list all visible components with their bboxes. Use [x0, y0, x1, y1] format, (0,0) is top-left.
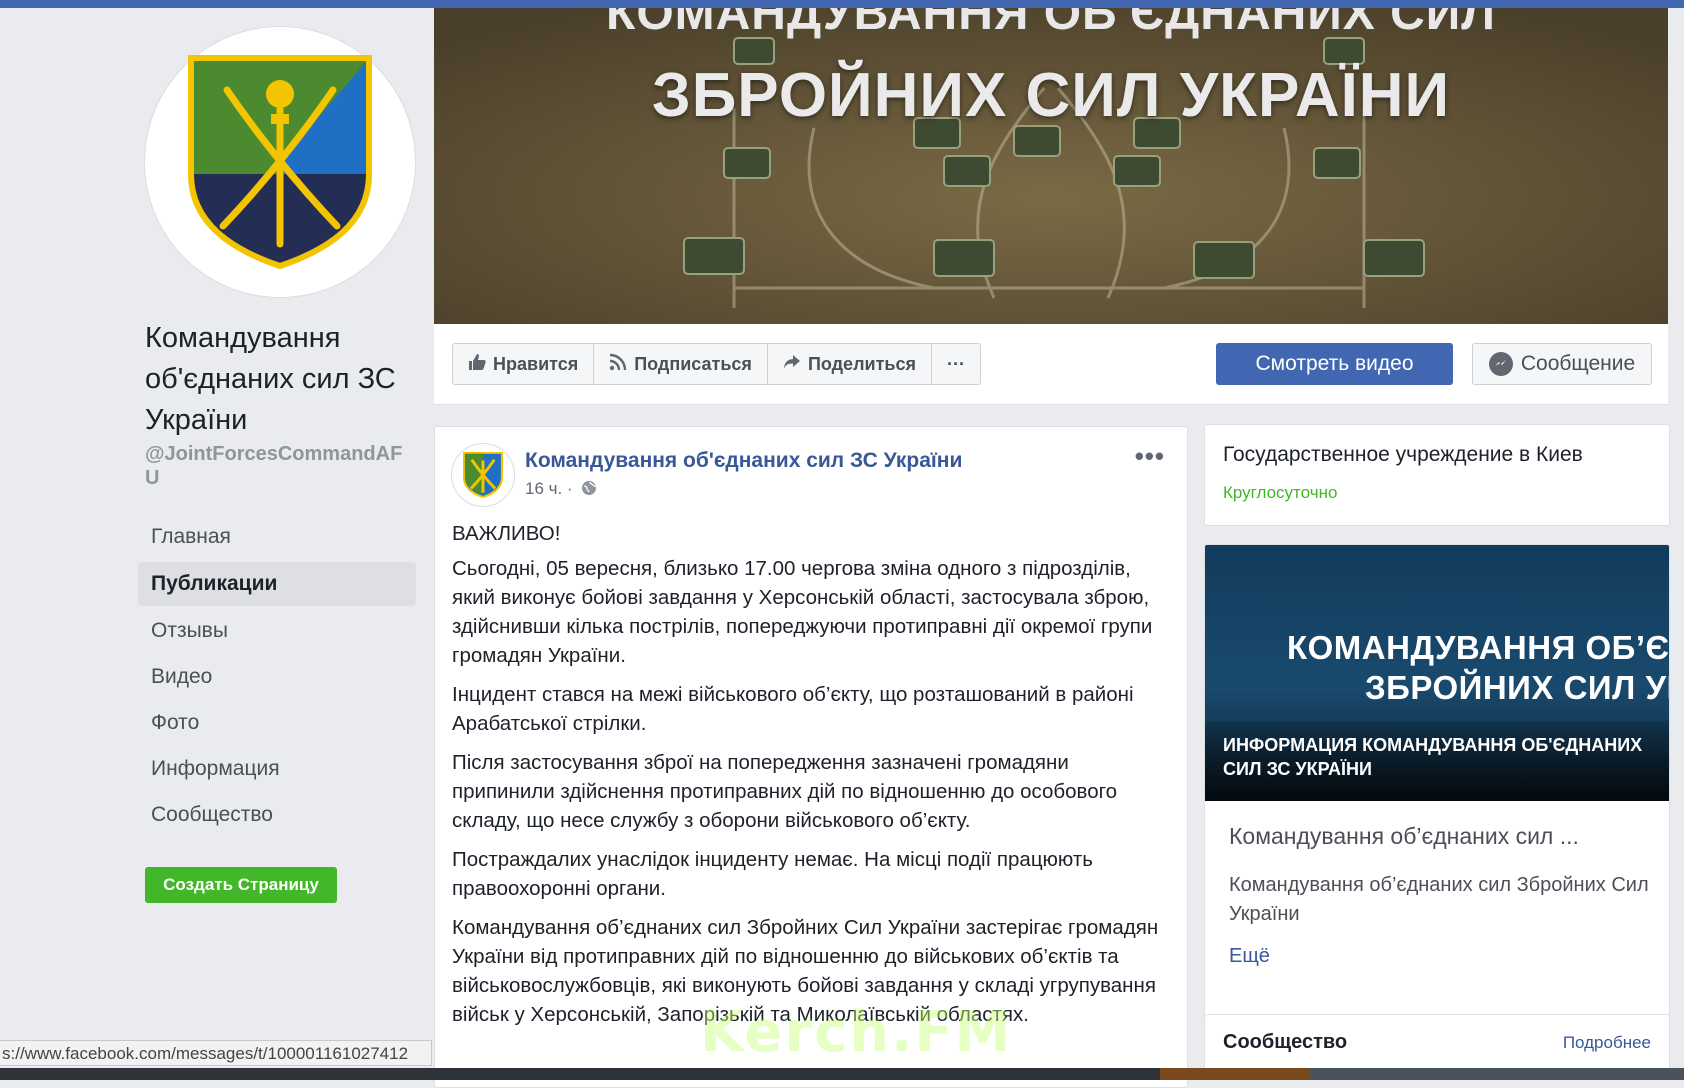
follow-label: Подписаться [634, 353, 752, 374]
video-caption-overlay: ИНФОРМАЦИЯ КОМАНДУВАННЯ ОБ'ЄДНАНИХ СИЛ З… [1205, 721, 1669, 801]
post-card: Командування об'єднаних сил ЗС України 1… [434, 426, 1188, 1088]
post-paragraph: Інцидент стався на межі військового об’є… [452, 683, 1134, 735]
sidebar-item[interactable]: Публикации [138, 562, 416, 606]
taskbar-segment [1160, 1068, 1310, 1080]
message-button[interactable]: Сообщение [1472, 343, 1652, 385]
featured-video-card: КОМАНДУВАННЯ ОБ’ЄДНАН ЗБРОЙНИХ СИЛ УКР И… [1204, 544, 1670, 1060]
sidebar-item[interactable]: Видео [138, 654, 416, 700]
page-info-card: Государственное учреждение в Киев Кругло… [1204, 424, 1670, 526]
sidebar-item[interactable]: Главная [138, 514, 416, 560]
taskbar-strip [0, 1068, 1684, 1080]
sidebar-item[interactable]: Сообщество [138, 792, 416, 838]
page-handle[interactable]: @JointForcesCommandAFU [145, 442, 415, 490]
page-category[interactable]: Государственное учреждение в Киев [1223, 443, 1583, 467]
coat-of-arms-icon [188, 55, 372, 270]
thumbs-up-icon [468, 353, 486, 376]
sidebar-item[interactable]: Информация [138, 746, 416, 792]
cover-title-line1: КОМАНДУВАННЯ ОБ'ЄДНАНИХ СИЛ [606, 8, 1496, 40]
share-label: Поделиться [807, 353, 916, 374]
post-text: ВАЖЛИВО! Сьогодні, 05 вересня, близько 17… [452, 519, 1174, 1039]
create-page-button[interactable]: Создать Страницу [145, 867, 337, 903]
post-paragraph: ВАЖЛИВО! [452, 522, 561, 545]
cover-title-line2: ЗБРОЙНИХ СИЛ УКРАЇНИ [651, 61, 1451, 130]
post-timestamp[interactable]: 16 ч. · [525, 479, 597, 499]
like-button[interactable]: Нравится [453, 344, 595, 384]
watch-video-button[interactable]: Смотреть видео [1216, 343, 1453, 385]
follow-button[interactable]: Подписаться [594, 344, 768, 384]
messenger-icon [1488, 352, 1513, 376]
video-thumb-title-line2: ЗБРОЙНИХ СИЛ УКР [1365, 669, 1669, 706]
video-more-link[interactable]: Ещё [1229, 945, 1270, 968]
video-thumbnail[interactable]: КОМАНДУВАННЯ ОБ’ЄДНАН ЗБРОЙНИХ СИЛ УКР И… [1205, 545, 1669, 801]
top-bar [0, 0, 1684, 8]
more-actions-button[interactable]: ··· [932, 344, 980, 384]
profile-picture[interactable] [145, 27, 415, 297]
page-title: Командування об'єднаних сил ЗС України [145, 322, 396, 436]
community-more-link[interactable]: Подробнее [1563, 1033, 1651, 1053]
sidebar-item[interactable]: Фото [138, 700, 416, 746]
post-time-text: 16 ч. · [525, 479, 573, 498]
post-author-link[interactable]: Командування об'єднаних сил ЗС України [525, 449, 962, 473]
sidebar-nav: Главная Публикации Отзывы Видео Фото Информац… [138, 514, 416, 838]
cover-background [434, 8, 1668, 324]
video-thumb-title-line1: КОМАНДУВАННЯ ОБ’ЄДНАН [1287, 629, 1669, 666]
video-caption-text: ИНФОРМАЦИЯ КОМАНДУВАННЯ ОБ'ЄДНАНИХ СИЛ З… [1223, 735, 1643, 779]
community-card: Сообщество Подробнее [1204, 1014, 1670, 1076]
post-menu-button[interactable]: ••• [1135, 441, 1165, 472]
page-action-bar: Нравится Подписаться Поделиться ··· Смот… [434, 324, 1668, 405]
video-title[interactable]: Командування об’єднаних сил ... [1229, 823, 1579, 850]
status-bar-url: s://www.facebook.com/messages/t/10000116… [0, 1040, 432, 1066]
post-paragraph: Постраждалих унаслідок інциденту немає. … [452, 848, 1093, 900]
share-arrow-icon [783, 353, 801, 376]
globe-icon [577, 479, 597, 498]
message-label: Сообщение [1520, 352, 1636, 375]
post-paragraph: Після застосування зброї на попередження… [452, 751, 1118, 832]
coat-of-arms-icon [463, 452, 503, 498]
opening-hours: Круглосуточно [1223, 483, 1338, 502]
sidebar-item[interactable]: Отзывы [138, 608, 416, 654]
community-title: Сообщество [1223, 1031, 1348, 1053]
like-label: Нравится [493, 353, 579, 374]
taskbar-segment [1310, 1068, 1684, 1080]
page-action-buttons: Нравится Подписаться Поделиться ··· [452, 343, 981, 385]
watermark: Kerch.FM [700, 1000, 1013, 1065]
share-button[interactable]: Поделиться [768, 344, 932, 384]
rss-icon [609, 353, 627, 376]
video-description: Командування об’єднаних сил Збройних Сил… [1229, 874, 1649, 925]
cover-photo[interactable]: КОМАНДУВАННЯ ОБ'ЄДНАНИХ СИЛ ЗБРОЙНИХ СИЛ… [434, 8, 1668, 324]
more-dots-icon: ··· [946, 353, 965, 374]
post-paragraph: Сьогодні, 05 вересня, близько 17.00 черг… [452, 557, 1153, 667]
post-author-avatar[interactable] [452, 444, 514, 506]
